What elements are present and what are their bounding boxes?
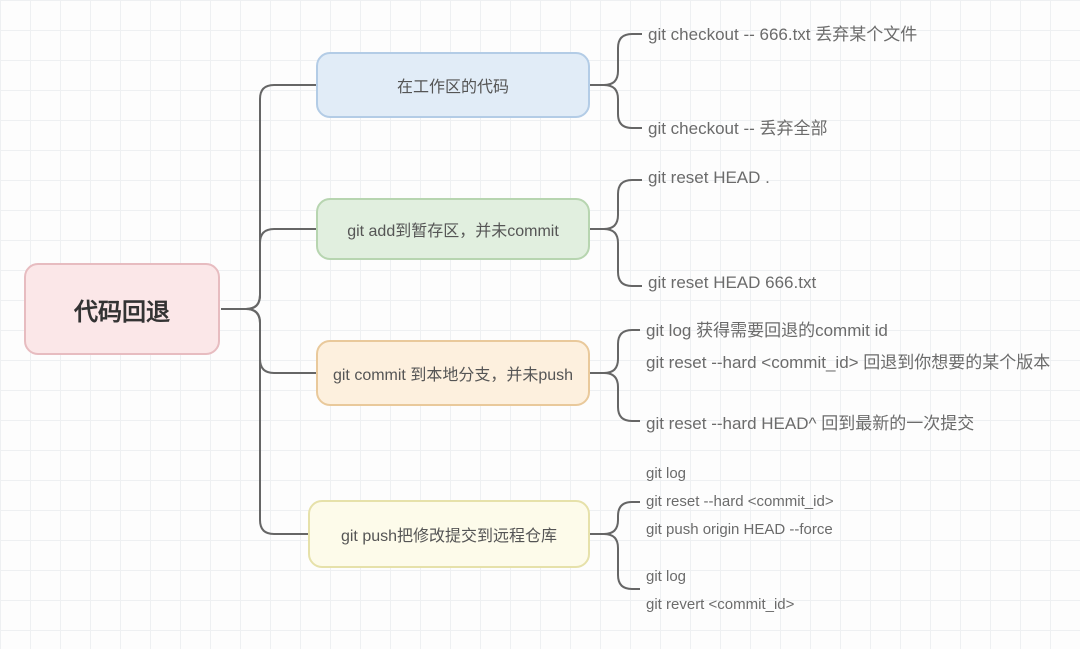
- leaf-pushed-4: git revert <commit_id>: [646, 596, 794, 613]
- leaf-committed-1: git reset --hard <commit_id> 回退到你想要的某个版本: [646, 348, 1050, 373]
- branch-pushed-label: git push把修改提交到远程仓库: [341, 522, 557, 546]
- branch-workdir: 在工作区的代码: [316, 52, 590, 118]
- leaf-pushed-1: git reset --hard <commit_id>: [646, 493, 834, 510]
- leaf-pushed-0: git log: [646, 465, 686, 482]
- leaf-pushed-3: git log: [646, 568, 686, 585]
- branch-committed: git commit 到本地分支，并未push: [316, 340, 590, 406]
- root-title: 代码回退: [74, 292, 170, 327]
- leaf-committed-0: git log 获得需要回退的commit id: [646, 316, 888, 341]
- leaf-workdir-1: git checkout -- 丢弃全部: [648, 114, 828, 139]
- root-node: 代码回退: [24, 263, 220, 355]
- leaf-workdir-0: git checkout -- 666.txt 丢弃某个文件: [648, 20, 917, 45]
- branch-staged: git add到暂存区，并未commit: [316, 198, 590, 260]
- leaf-staged-1: git reset HEAD 666.txt: [648, 273, 816, 293]
- leaf-staged-0: git reset HEAD .: [648, 168, 770, 188]
- branch-committed-label: git commit 到本地分支，并未push: [333, 361, 573, 385]
- branch-workdir-label: 在工作区的代码: [397, 73, 509, 97]
- leaf-committed-2: git reset --hard HEAD^ 回到最新的一次提交: [646, 409, 974, 434]
- leaf-pushed-2: git push origin HEAD --force: [646, 521, 833, 538]
- branch-staged-label: git add到暂存区，并未commit: [347, 217, 559, 241]
- branch-pushed: git push把修改提交到远程仓库: [308, 500, 590, 568]
